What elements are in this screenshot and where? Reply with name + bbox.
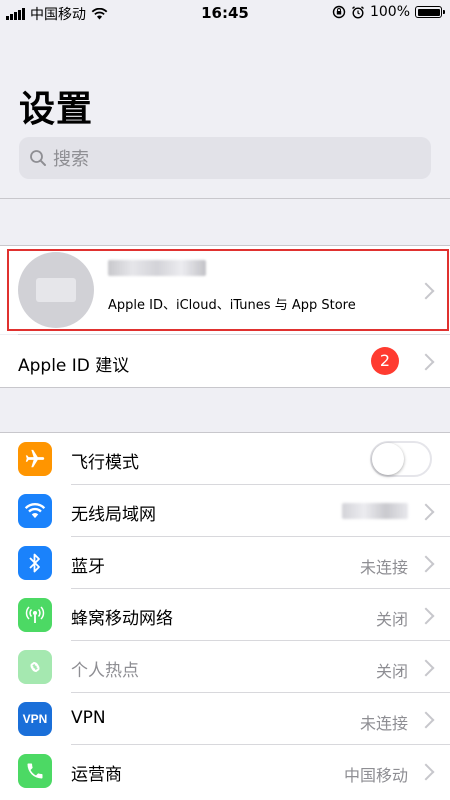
settings-item-airplane-mode[interactable]: 飞行模式 (0, 433, 450, 485)
battery-icon (415, 6, 445, 18)
settings-item-personal-hotspot[interactable]: 个人热点 关闭 (0, 641, 450, 693)
chevron-right-icon (417, 353, 435, 371)
settings-item-wifi[interactable]: 无线局域网 (0, 485, 450, 537)
chevron-right-icon (417, 711, 435, 729)
chevron-right-icon (417, 555, 435, 573)
cellular-label: 蜂窝移动网络 (71, 609, 173, 629)
personal-hotspot-label: 个人热点 (71, 661, 139, 681)
bluetooth-status: 未连接 (359, 558, 408, 577)
settings-item-bluetooth[interactable]: 蓝牙 未连接 (0, 537, 450, 589)
settings-item-cellular[interactable]: 蜂窝移动网络 关闭 (0, 589, 450, 641)
cellular-icon (18, 598, 52, 632)
airplane-icon (18, 442, 52, 476)
chevron-right-icon (417, 503, 435, 521)
chevron-right-icon (417, 607, 435, 625)
hotspot-icon (18, 650, 52, 684)
vpn-status: 未连接 (359, 714, 408, 733)
airplane-mode-toggle[interactable] (370, 441, 432, 477)
battery-percent: 100% (369, 4, 410, 20)
search-icon (30, 150, 46, 166)
search-input[interactable]: 搜索 (19, 137, 431, 179)
notification-badge: 2 (371, 347, 399, 375)
carrier-value: 中国移动 (343, 766, 408, 785)
wifi-label: 无线局域网 (71, 505, 156, 525)
airplane-mode-label: 飞行模式 (71, 453, 139, 473)
personal-hotspot-status: 关闭 (375, 662, 408, 681)
wifi-network-redacted (342, 503, 408, 519)
search-placeholder: 搜索 (53, 149, 89, 170)
chevron-right-icon (417, 659, 435, 677)
bluetooth-label: 蓝牙 (71, 557, 105, 577)
vpn-label: VPN (71, 708, 106, 728)
wifi-icon (18, 494, 52, 528)
vpn-icon: VPN (18, 702, 52, 736)
highlight-box (7, 249, 449, 331)
settings-item-vpn[interactable]: VPN VPN 未连接 (0, 693, 450, 745)
carrier-label: 运营商 (71, 765, 122, 785)
settings-item-carrier[interactable]: 运营商 中国移动 (0, 745, 450, 797)
chevron-right-icon (417, 763, 435, 781)
bluetooth-icon (18, 546, 52, 580)
phone-icon (18, 754, 52, 788)
orientation-lock-icon (332, 5, 346, 19)
settings-list: 飞行模式 无线局域网 蓝牙 未连接 蜂窝移动网络 关闭 个人热点 关闭 VPN … (0, 433, 450, 800)
status-bar: 中国移动 16:45 100% (0, 0, 450, 26)
apple-id-suggestions-label: Apple ID 建议 (18, 356, 130, 376)
page-title: 设置 (19, 89, 94, 130)
cellular-status: 关闭 (375, 610, 408, 629)
alarm-icon (352, 6, 364, 19)
